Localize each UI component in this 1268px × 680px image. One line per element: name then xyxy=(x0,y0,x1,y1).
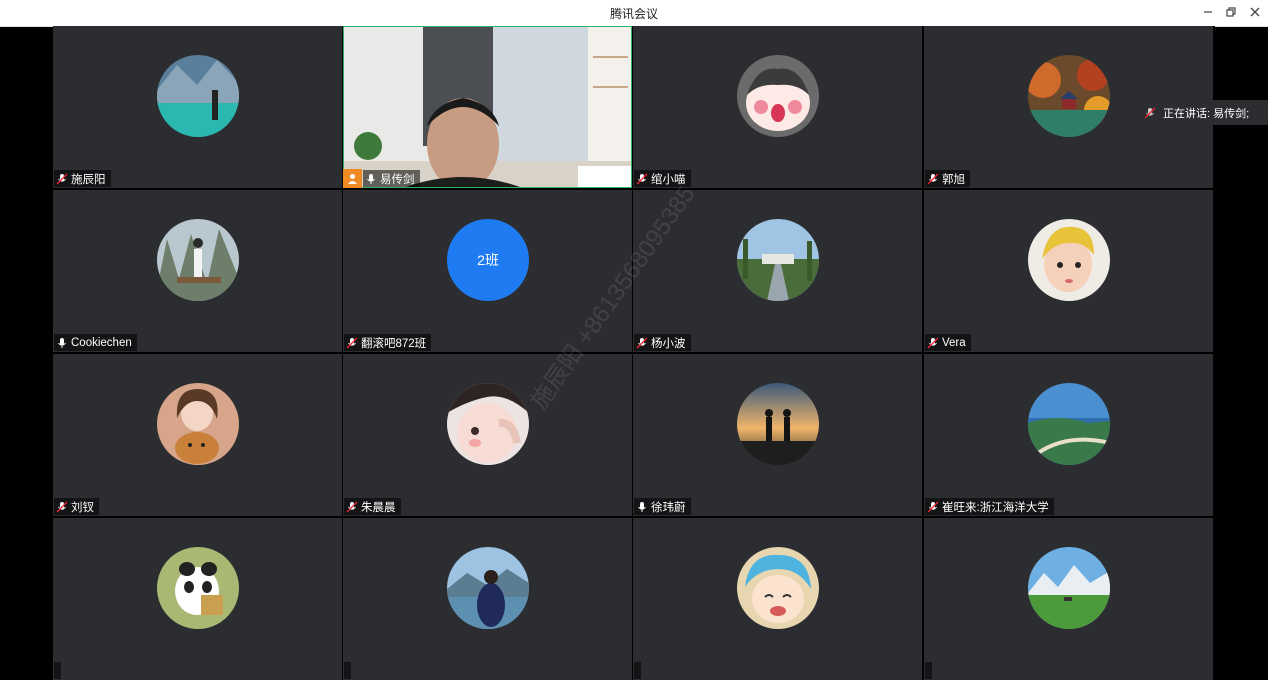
participant-name: 易传剑 xyxy=(380,173,415,186)
participant-name: 翻滚吧872班 xyxy=(361,337,427,350)
mic-muted-icon xyxy=(56,501,68,512)
nameplate: 杨小波 xyxy=(634,334,691,351)
participant-tile[interactable]: 徐玮蔚 xyxy=(633,354,922,516)
avatar xyxy=(447,547,529,629)
video-feed xyxy=(343,26,632,188)
avatar xyxy=(157,547,239,629)
participant-tile[interactable]: 绾小喵 xyxy=(633,26,922,188)
avatar xyxy=(157,383,239,465)
participant-tile[interactable]: 施辰阳 xyxy=(53,26,342,188)
text-avatar: 2班 xyxy=(447,219,529,301)
close-icon xyxy=(1250,7,1260,17)
nameplate: 绾小喵 xyxy=(634,170,691,187)
participant-tile[interactable]: 崔旺来:浙江海洋大学 xyxy=(924,354,1213,516)
avatar xyxy=(1028,219,1110,301)
mic-icon xyxy=(367,173,375,184)
mic-muted-icon xyxy=(56,173,68,184)
participant-name: Cookiechen xyxy=(71,336,132,349)
avatar xyxy=(157,55,239,137)
participant-name: 郭旭 xyxy=(942,173,965,186)
participant-tile[interactable] xyxy=(924,518,1213,680)
nameplate: 易传剑 xyxy=(363,170,420,187)
mic-muted-icon xyxy=(927,173,939,184)
participant-name: 杨小波 xyxy=(651,337,686,350)
title-bar: 腾讯会议 xyxy=(0,0,1268,27)
mic-muted-icon xyxy=(636,173,648,184)
participant-name: Vera xyxy=(942,336,966,349)
nameplate: 徐玮蔚 xyxy=(634,498,691,515)
participant-tile[interactable] xyxy=(53,518,342,680)
avatar xyxy=(1028,55,1110,137)
avatar xyxy=(447,383,529,465)
participant-tile[interactable]: Vera xyxy=(924,190,1213,352)
window-title: 腾讯会议 xyxy=(609,7,658,21)
participant-tile[interactable]: 朱晨晨 xyxy=(343,354,632,516)
video-grid: 施辰阳 易传剑 绾小喵 郭旭 Cookiechen 2班 翻滚吧872班 杨小波… xyxy=(53,26,1215,680)
nameplate: 刘钗 xyxy=(54,498,99,515)
mic-muted-icon xyxy=(927,337,939,348)
mic-muted-icon xyxy=(346,337,358,348)
mic-icon xyxy=(58,337,66,348)
participant-tile[interactable]: 刘钗 xyxy=(53,354,342,516)
minimize-button[interactable] xyxy=(1198,3,1218,21)
participant-name: 绾小喵 xyxy=(651,173,686,186)
nameplate: 翻滚吧872班 xyxy=(344,334,432,351)
mic-muted-icon xyxy=(927,501,939,512)
nameplate: 施辰阳 xyxy=(54,170,111,187)
participant-name: 刘钗 xyxy=(71,501,94,514)
participant-tile[interactable] xyxy=(343,518,632,680)
participant-name: 徐玮蔚 xyxy=(651,501,686,514)
avatar xyxy=(737,383,819,465)
avatar xyxy=(737,219,819,301)
participant-name: 施辰阳 xyxy=(71,173,106,186)
avatar xyxy=(1028,547,1110,629)
nameplate: 崔旺来:浙江海洋大学 xyxy=(925,498,1054,515)
avatar xyxy=(157,219,239,301)
nameplate: Vera xyxy=(925,334,971,351)
participant-name: 崔旺来:浙江海洋大学 xyxy=(942,501,1049,514)
participant-tile-video[interactable]: 易传剑 xyxy=(343,26,632,188)
mic-muted-icon xyxy=(1144,107,1156,118)
mic-muted-icon xyxy=(636,337,648,348)
restore-button[interactable] xyxy=(1221,3,1241,21)
avatar xyxy=(1028,383,1110,465)
nameplate: 郭旭 xyxy=(925,170,970,187)
avatar xyxy=(737,55,819,137)
minimize-icon xyxy=(1204,11,1212,13)
restore-icon xyxy=(1226,7,1236,17)
mic-icon xyxy=(638,501,646,512)
participant-tile[interactable] xyxy=(633,518,922,680)
speaking-indicator: 正在讲话: 易传剑; xyxy=(1135,100,1268,125)
speaking-text: 正在讲话: 易传剑; xyxy=(1163,107,1250,120)
avatar xyxy=(737,547,819,629)
mic-muted-icon xyxy=(346,501,358,512)
participant-tile[interactable]: Cookiechen xyxy=(53,190,342,352)
nameplate: Cookiechen xyxy=(54,334,137,351)
close-button[interactable] xyxy=(1245,3,1265,21)
nameplate: 朱晨晨 xyxy=(344,498,401,515)
participant-tile[interactable]: 杨小波 xyxy=(633,190,922,352)
participant-name: 朱晨晨 xyxy=(361,501,396,514)
participant-tile[interactable]: 2班 翻滚吧872班 xyxy=(343,190,632,352)
host-badge-icon xyxy=(343,169,362,188)
